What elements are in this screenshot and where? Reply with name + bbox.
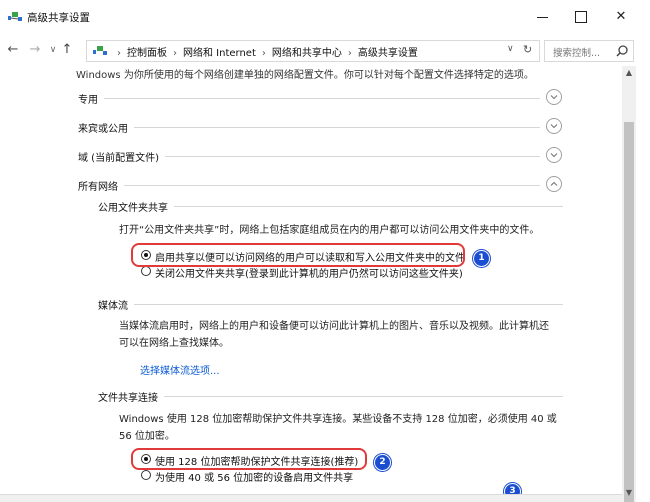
- search-input[interactable]: 搜索控制...: [544, 40, 634, 62]
- address-dropdown-icon[interactable]: ∨: [507, 44, 514, 54]
- scroll-up-icon[interactable]: ▲: [622, 66, 636, 80]
- step-badge-1: 1: [473, 250, 490, 267]
- search-placeholder: 搜索控制...: [553, 48, 601, 59]
- title-bar: 高级共享设置 ✕: [0, 0, 650, 34]
- radio-button[interactable]: [141, 470, 151, 480]
- description-line: 当媒体流启用时，网络上的用户和设备便可以访问此计算机上的图片、音乐以及视频。此计…: [119, 321, 549, 332]
- step-badge-2: 2: [374, 454, 391, 471]
- breadcrumb: › 控制面板 › 网络和 Internet › 网络和共享中心 › 高级共享设置: [111, 44, 418, 59]
- settings-content: Windows 为你所使用的每个网络创建单独的网络配置文件。你可以针对每个配置文…: [0, 66, 622, 502]
- breadcrumb-separator: ›: [117, 48, 121, 59]
- network-icon: [8, 12, 22, 21]
- maximize-button[interactable]: [562, 0, 600, 34]
- close-button[interactable]: ✕: [602, 0, 640, 34]
- highlight-callout: [131, 448, 367, 470]
- breadcrumb-separator: ›: [347, 48, 352, 59]
- recent-locations-button[interactable]: ∨: [46, 42, 60, 58]
- section-divider: [78, 98, 540, 99]
- chevron-down-icon[interactable]: [546, 118, 562, 134]
- address-bar[interactable]: › 控制面板 › 网络和 Internet › 网络和共享中心 › 高级共享设置 ∨ ↻: [86, 40, 540, 62]
- maximize-icon: [575, 11, 587, 23]
- breadcrumb-network-sharing-center[interactable]: 网络和共享中心: [272, 48, 342, 59]
- description-line: 可以在网络上查找媒体。: [119, 338, 229, 349]
- breadcrumb-network-internet[interactable]: 网络和 Internet: [183, 48, 256, 59]
- minimize-icon: [537, 17, 548, 18]
- window-title: 高级共享设置: [27, 12, 90, 24]
- section-divider: [98, 396, 563, 397]
- description-line: 56 位加密。: [119, 431, 175, 442]
- chevron-down-icon[interactable]: [546, 89, 562, 105]
- scroll-thumb[interactable]: [624, 122, 634, 502]
- bottom-button-bar: [0, 494, 622, 502]
- profile-label: 所有网络: [78, 178, 124, 193]
- forward-button[interactable]: →: [28, 42, 42, 58]
- breadcrumb-separator: ›: [173, 48, 177, 59]
- navigation-bar: ← → ∨ ↑ › 控制面板 › 网络和 Internet › 网络和共享中心 › 高级共享设…: [0, 38, 650, 64]
- network-icon: [93, 46, 107, 55]
- media-streaming-description: 当媒体流启用时，网络上的用户和设备便可以访问此计算机上的图片、音乐以及视频。此计…: [119, 318, 559, 352]
- search-icon[interactable]: [615, 44, 629, 58]
- section-divider: [98, 304, 563, 305]
- torn-edge: [636, 0, 650, 502]
- description-line: Windows 使用 128 位加密帮助保护文件共享连接。某些设备不支持 128…: [119, 414, 557, 425]
- advanced-sharing-window: 高级共享设置 ✕ ← → ∨ ↑ › 控制面板 › 网络和 Internet › 网络和共…: [0, 0, 650, 502]
- profile-label: 专用: [78, 91, 104, 106]
- profile-guest-public[interactable]: 来宾或公用: [78, 117, 562, 137]
- media-streaming-heading: 媒体流: [98, 297, 563, 312]
- profile-private[interactable]: 专用: [78, 88, 562, 108]
- minimize-button[interactable]: [524, 0, 562, 34]
- profile-domain[interactable]: 域 (当前配置文件): [78, 146, 562, 166]
- profiles-intro-text: Windows 为你所使用的每个网络创建单独的网络配置文件。你可以针对每个配置文…: [76, 70, 534, 81]
- profile-label: 来宾或公用: [78, 120, 134, 135]
- highlight-callout: [131, 243, 465, 267]
- profile-label: 域 (当前配置文件): [78, 149, 165, 164]
- refresh-icon[interactable]: ↻: [523, 43, 532, 56]
- chevron-up-icon[interactable]: [546, 176, 562, 192]
- subsection-title: 文件共享连接: [98, 389, 164, 404]
- chevron-down-icon[interactable]: [546, 147, 562, 163]
- breadcrumb-control-panel[interactable]: 控制面板: [127, 48, 167, 59]
- close-icon: ✕: [615, 9, 627, 24]
- radio-button[interactable]: [141, 266, 151, 276]
- section-divider: [78, 185, 540, 186]
- file-sharing-description: Windows 使用 128 位加密帮助保护文件共享连接。某些设备不支持 128…: [119, 411, 559, 445]
- public-folder-description: 打开“公用文件夹共享”时，网络上包括家庭组成员在内的用户都可以访问公用文件夹中的…: [119, 225, 540, 236]
- media-streaming-options-link[interactable]: 选择媒体流选项...: [140, 362, 220, 377]
- radio-label: 为使用 40 或 56 位加密的设备启用文件共享: [155, 473, 354, 484]
- section-divider: [78, 127, 540, 128]
- file-sharing-heading: 文件共享连接: [98, 389, 563, 404]
- profile-all-networks[interactable]: 所有网络: [78, 175, 562, 195]
- subsection-title: 媒体流: [98, 297, 134, 312]
- radio-label: 关闭公用文件夹共享(登录到此计算机的用户仍然可以访问这些文件夹): [155, 269, 463, 280]
- breadcrumb-separator: ›: [261, 48, 266, 59]
- back-button[interactable]: ←: [6, 42, 20, 58]
- vertical-scrollbar[interactable]: ▲ ▼: [622, 66, 636, 502]
- scroll-down-icon[interactable]: ▼: [622, 486, 636, 500]
- subsection-title: 公用文件夹共享: [98, 199, 174, 214]
- public-folder-heading: 公用文件夹共享: [98, 199, 563, 214]
- up-button[interactable]: ↑: [60, 42, 74, 58]
- breadcrumb-advanced-sharing[interactable]: 高级共享设置: [358, 48, 418, 59]
